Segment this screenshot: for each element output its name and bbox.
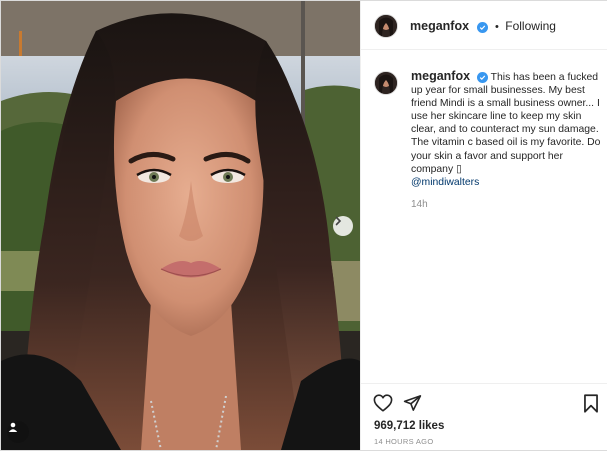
- portrait-image: [1, 1, 360, 450]
- verified-badge-icon: [476, 22, 488, 33]
- post-photo[interactable]: [1, 1, 360, 450]
- chevron-right-icon: [335, 216, 342, 226]
- avatar[interactable]: [374, 14, 398, 38]
- bookmark-icon: [584, 394, 598, 413]
- following-button[interactable]: Following: [505, 19, 556, 33]
- next-photo-button[interactable]: [333, 216, 353, 236]
- header-user-line: meganfox • Following: [410, 17, 556, 35]
- mention-link[interactable]: @mindiwalters: [411, 177, 479, 188]
- share-button[interactable]: [403, 394, 422, 417]
- tagged-users-button[interactable]: [7, 421, 29, 443]
- like-count[interactable]: 969,712 likes: [374, 420, 444, 432]
- save-button[interactable]: [583, 394, 599, 418]
- caption-username-link[interactable]: meganfox: [411, 69, 470, 83]
- paper-plane-icon: [403, 395, 422, 411]
- username-link[interactable]: meganfox: [410, 19, 469, 33]
- post-date[interactable]: 14 HOURS AGO: [374, 437, 433, 446]
- user-tag-icon: [8, 422, 18, 432]
- post-header: meganfox • Following: [361, 1, 607, 50]
- post-sidebar: meganfox • Following meganfox This has b…: [360, 1, 607, 450]
- caption-emoji: ▯: [456, 163, 462, 175]
- verified-badge-icon: [476, 72, 488, 83]
- caption-avatar[interactable]: [374, 71, 398, 95]
- separator-dot: •: [494, 21, 499, 33]
- post-actions: 969,712 likes 14 HOURS AGO: [361, 383, 607, 451]
- instagram-post: meganfox • Following meganfox This has b…: [0, 0, 607, 451]
- caption-timestamp[interactable]: 14h: [411, 199, 428, 210]
- like-button[interactable]: [373, 394, 393, 417]
- post-caption: meganfox This has been a fucked up year …: [411, 69, 601, 189]
- caption-text: This has been a fucked up year for small…: [411, 72, 601, 175]
- heart-icon: [373, 394, 393, 412]
